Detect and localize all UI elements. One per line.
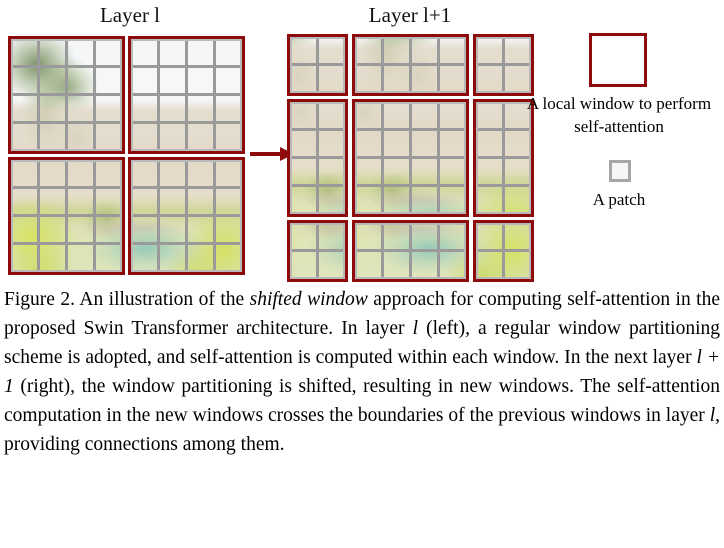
- layer-l1-title: Layer l+1: [368, 3, 452, 27]
- photo-tile: [355, 102, 466, 214]
- legend-patch-swatch: [609, 160, 631, 182]
- photo-tile: [11, 39, 122, 151]
- window-l1-r2c2[interactable]: [352, 99, 469, 217]
- photo-tile: [11, 160, 122, 272]
- window-l-bottom-left[interactable]: [8, 157, 125, 275]
- window-l-top-right[interactable]: [128, 36, 245, 154]
- photo-tile: [290, 102, 345, 214]
- window-l1-r1c2[interactable]: [352, 34, 469, 96]
- photo-tile: [355, 223, 466, 279]
- window-l1-r1c1[interactable]: [287, 34, 348, 96]
- window-l1-r3c2[interactable]: [352, 220, 469, 282]
- figure-caption: Figure 2. An illustration of the shifted…: [4, 285, 720, 459]
- photo-tile: [131, 160, 242, 272]
- caption-emphasis: shifted window: [249, 289, 368, 310]
- legend-patch-label: A patch: [592, 190, 646, 209]
- window-l1-r3c3[interactable]: [473, 220, 534, 282]
- photo-tile: [131, 39, 242, 151]
- caption-part4: (right), the window partitioning is shif…: [4, 376, 720, 426]
- window-l-top-left[interactable]: [8, 36, 125, 154]
- photo-tile: [355, 37, 466, 93]
- window-l1-r2c1[interactable]: [287, 99, 348, 217]
- photo-tile: [476, 223, 531, 279]
- legend-window-label: A local window to perform self-attention: [526, 94, 712, 136]
- legend-window-swatch: [589, 33, 647, 87]
- figure-illustration: Layer l Layer l+1 A local window to perf…: [0, 0, 724, 282]
- window-l-bottom-right[interactable]: [128, 157, 245, 275]
- photo-tile: [476, 37, 531, 93]
- photo-tile: [290, 37, 345, 93]
- window-l1-r3c1[interactable]: [287, 220, 348, 282]
- window-l1-r1c3[interactable]: [473, 34, 534, 96]
- layer-l-title: Layer l: [99, 3, 161, 27]
- photo-tile: [290, 223, 345, 279]
- caption-prefix: Figure 2. An illustration of the: [4, 289, 250, 310]
